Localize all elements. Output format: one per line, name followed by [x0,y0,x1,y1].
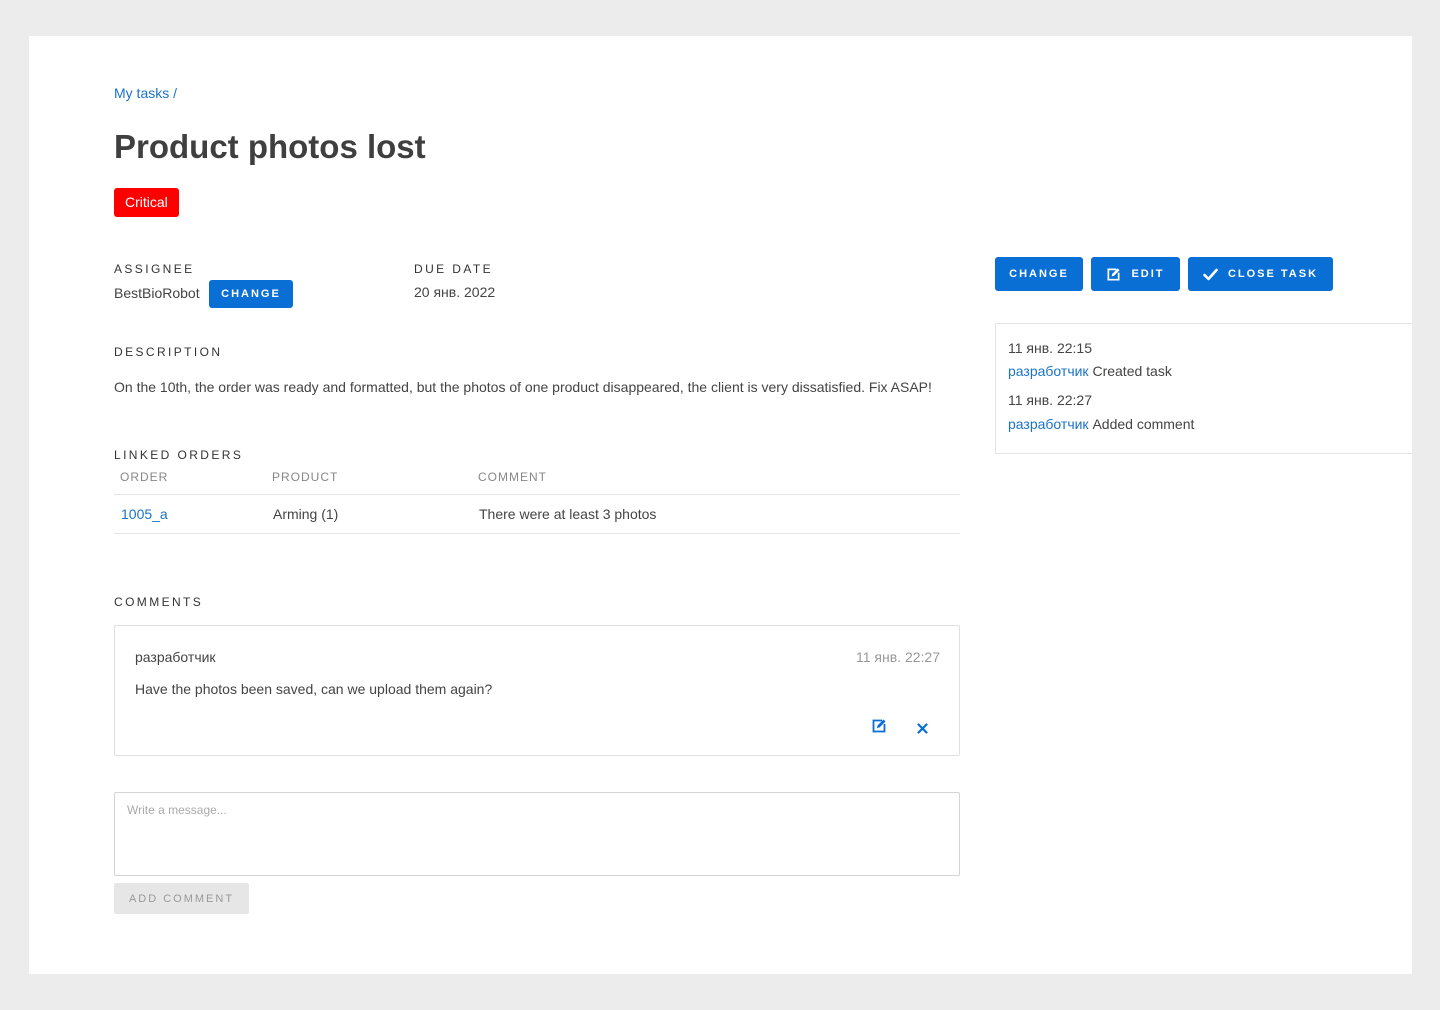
close-icon[interactable] [917,721,928,734]
due-date-value: 20 янв. 2022 [414,284,496,300]
description-label: DESCRIPTION [114,345,223,359]
table-header-row: ORDER PRODUCT COMMENT [114,470,960,495]
edit-button[interactable]: EDIT [1091,257,1180,291]
history-action: Created task [1092,363,1172,379]
column-header-order: ORDER [114,470,266,495]
activity-history: 11 янв. 22:15 разработчик Created task 1… [995,323,1412,454]
description-text: On the 10th, the order was ready and for… [114,379,932,395]
comment-timestamp: 11 янв. 22:27 [856,649,940,665]
edit-button-label: EDIT [1131,268,1165,280]
history-time: 11 янв. 22:15 [1008,340,1092,356]
comments-label: COMMENTS [114,595,204,609]
history-user-link[interactable]: разработчик [1008,363,1089,379]
order-product: Arming (1) [266,494,472,534]
history-action: Added comment [1092,416,1195,432]
comment-item: разработчик 11 янв. 22:27 Have the photo… [114,625,960,756]
checkmark-icon [1203,268,1218,281]
order-comment: There were at least 3 photos [472,494,960,534]
edit-icon [1106,267,1121,282]
history-user-link[interactable]: разработчик [1008,416,1089,432]
breadcrumb-my-tasks[interactable]: My tasks / [114,85,177,101]
comment-author[interactable]: разработчик [135,649,216,665]
page-title: Product photos lost [114,128,426,165]
edit-icon[interactable] [871,718,887,734]
table-row: 1005_a Arming (1) There were at least 3 … [114,494,960,534]
order-link[interactable]: 1005_a [121,506,168,522]
linked-orders-table: ORDER PRODUCT COMMENT 1005_a Arming (1) … [114,470,960,534]
due-date-label: DUE DATE [414,262,493,276]
add-comment-button[interactable]: ADD COMMENT [114,883,249,914]
close-task-label: CLOSE TASK [1227,268,1319,280]
change-assignee-button[interactable]: CHANGE [209,280,293,308]
history-time: 11 янв. 22:27 [1008,392,1092,408]
column-header-product: PRODUCT [266,470,472,495]
comment-text: Have the photos been saved, can we uploa… [135,681,493,697]
close-task-button[interactable]: CLOSE TASK [1188,257,1333,291]
change-button[interactable]: CHANGE [995,257,1083,291]
task-card: My tasks / Product photos lost Critical … [29,36,1412,974]
message-input[interactable] [114,792,960,876]
priority-badge: Critical [114,188,179,217]
assignee-label: ASSIGNEE [114,262,195,276]
history-entry: разработчик Created task [1008,363,1172,379]
linked-orders-label: LINKED ORDERS [114,448,244,462]
column-header-comment: COMMENT [472,470,960,495]
history-entry: разработчик Added comment [1008,416,1194,432]
assignee-name[interactable]: BestBioRobot [114,285,200,301]
